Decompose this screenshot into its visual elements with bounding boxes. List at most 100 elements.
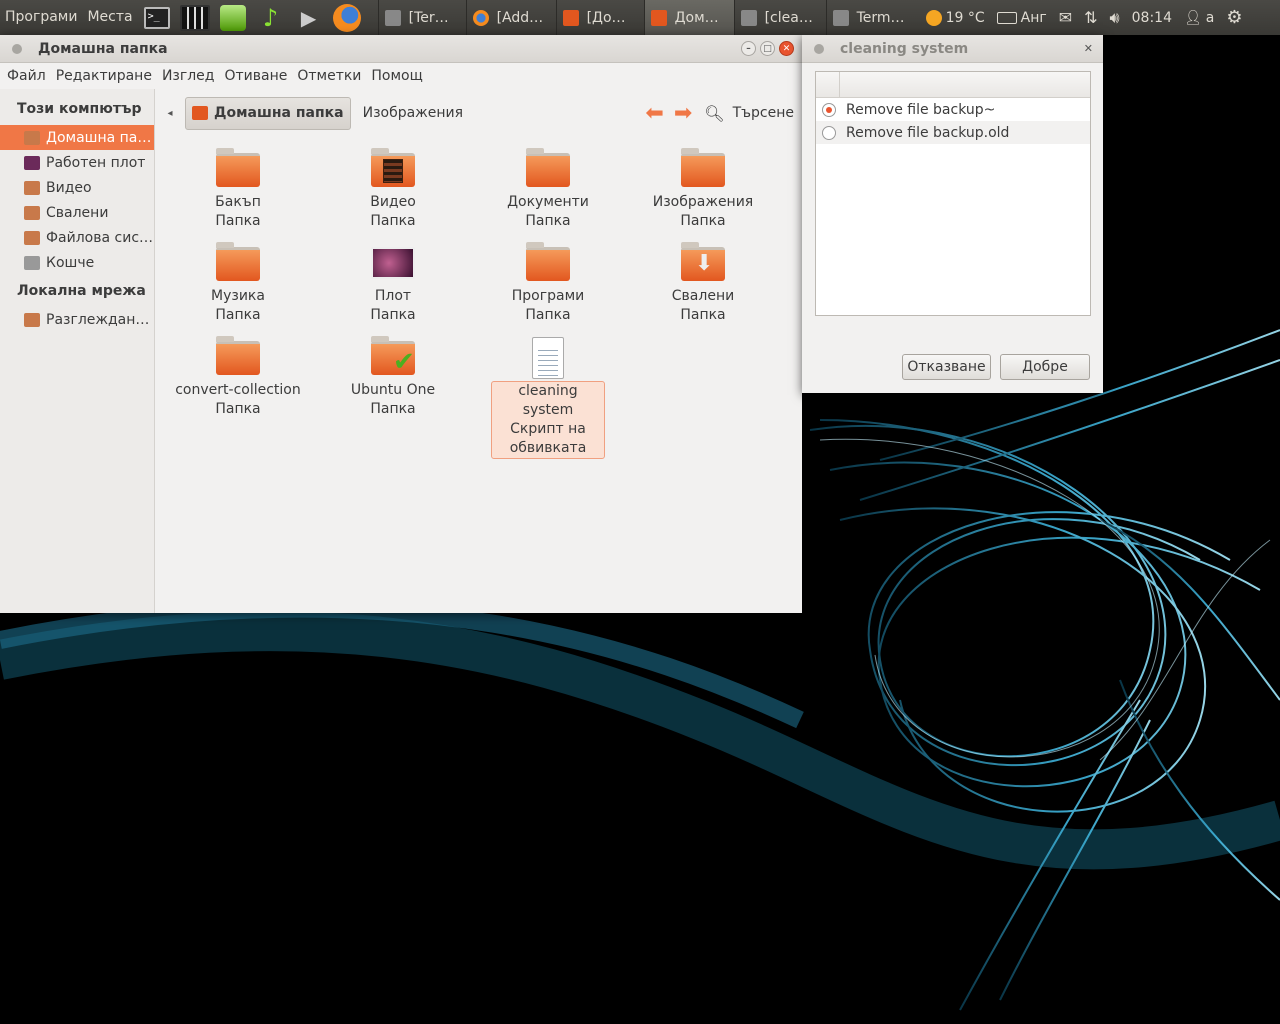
- messaging-indicator[interactable]: ✉: [1059, 8, 1072, 27]
- window-list-item[interactable]: [До…: [555, 0, 644, 35]
- menu-item[interactable]: Отиване: [219, 68, 292, 84]
- image-icon: [384, 9, 401, 26]
- sidebar-item[interactable]: Файлова сис…: [0, 225, 154, 250]
- sidebar-item[interactable]: Видео: [0, 175, 154, 200]
- options-list: Remove file backup~ Remove file backup.ol…: [815, 71, 1091, 316]
- window-list-label: [clea…: [764, 9, 813, 26]
- dialog-window-menu-icon[interactable]: [814, 43, 824, 54]
- window-list-item[interactable]: [Ter…: [377, 0, 466, 35]
- breadcrumb-images[interactable]: Изображения: [357, 97, 469, 130]
- software-center-launcher[interactable]: [214, 0, 252, 35]
- option-radio[interactable]: [822, 102, 836, 117]
- video-icon: [24, 180, 40, 195]
- home-folder-icon: [24, 130, 40, 145]
- option-radio[interactable]: [822, 125, 836, 140]
- sound-indicator[interactable]: 🔊︎: [1110, 8, 1120, 28]
- firefox-icon: [332, 3, 361, 32]
- menu-item[interactable]: Редактиране: [51, 68, 157, 84]
- sidebar-item[interactable]: Домашна па…: [0, 125, 154, 150]
- network-indicator[interactable]: ⇅: [1084, 8, 1097, 27]
- maximize-button[interactable]: □: [760, 41, 775, 56]
- cleaning-dialog: cleaning system ✕ Remove file backup~ Rem…: [802, 35, 1103, 393]
- movie-maker-icon: [179, 4, 210, 31]
- file-item[interactable]: Плот Папка: [318, 241, 468, 325]
- menu-item[interactable]: Помощ: [366, 68, 427, 84]
- dialog-titlebar[interactable]: cleaning system ✕: [802, 35, 1103, 63]
- ok-button[interactable]: Добре: [1000, 354, 1090, 380]
- media-player-launcher[interactable]: ▶: [290, 0, 328, 35]
- folder-icon: [562, 9, 579, 26]
- movie-maker-launcher[interactable]: [176, 0, 214, 35]
- file-manager-titlebar[interactable]: Домашна папка – □ ✕: [0, 35, 802, 63]
- keyboard-indicator[interactable]: Анг: [996, 10, 1047, 26]
- session-indicator[interactable]: ⚙: [1226, 7, 1242, 28]
- file-item[interactable]: Изображения Папка: [628, 147, 778, 231]
- file-item[interactable]: convert-collection Папка: [163, 335, 313, 419]
- menu-item[interactable]: Изглед: [157, 68, 220, 84]
- dialog-close-button[interactable]: ✕: [1084, 42, 1093, 55]
- file-item[interactable]: Бакъп Папка: [163, 147, 313, 231]
- file-item[interactable]: Програми Папка: [473, 241, 623, 325]
- search-button[interactable]: 🔍︎ Търсене: [704, 104, 794, 123]
- firefox-launcher[interactable]: [328, 0, 366, 35]
- user-indicator[interactable]: 👤︎ a: [1184, 10, 1214, 26]
- file-name: Плот: [374, 288, 412, 304]
- folder-icon: [679, 147, 727, 191]
- file-item[interactable]: ⬇ Свалени Папка: [628, 241, 778, 325]
- music-launcher[interactable]: ♪: [252, 0, 290, 35]
- desktop-icon: [24, 155, 40, 170]
- clock[interactable]: 08:14: [1132, 10, 1172, 26]
- window-list-item[interactable]: [Add…: [465, 0, 556, 35]
- search-label: Търсене: [732, 105, 794, 121]
- places-sidebar: Този компютър Домашна па… Работен плот Вид…: [0, 89, 155, 613]
- file-type: Папка: [680, 307, 726, 323]
- search-icon: 🔍︎: [704, 103, 725, 123]
- file-item[interactable]: Видео Папка: [318, 147, 468, 231]
- filesystem-icon: [24, 230, 40, 245]
- folder-icon: [214, 335, 262, 379]
- forward-button[interactable]: ➡: [674, 101, 692, 126]
- weather-indicator[interactable]: 19 °C: [925, 9, 985, 26]
- file-item[interactable]: ✔ Ubuntu One Папка: [318, 335, 468, 419]
- places-menu[interactable]: Места: [82, 0, 137, 35]
- minimize-button[interactable]: –: [741, 41, 756, 56]
- file-type: Папка: [215, 401, 261, 417]
- breadcrumb-home[interactable]: Домашна папка: [185, 96, 351, 130]
- folder-icon: [524, 241, 572, 285]
- sidebar-item[interactable]: Работен плот: [0, 150, 154, 175]
- window-list-item[interactable]: Дом…: [643, 0, 734, 35]
- option-row[interactable]: Remove file backup~: [816, 98, 1090, 121]
- sidebar-item-label: Разглеждан…: [46, 311, 150, 328]
- folder-icon: [214, 147, 262, 191]
- terminal-icon: [832, 9, 849, 26]
- file-item[interactable]: Документи Папка: [473, 147, 623, 231]
- sidebar-item[interactable]: Кошче: [0, 250, 154, 275]
- folder-icon: [650, 9, 667, 26]
- window-menu-icon[interactable]: [12, 43, 22, 54]
- terminal-launcher[interactable]: >_: [138, 0, 176, 35]
- file-type: Папка: [215, 307, 261, 323]
- close-button[interactable]: ✕: [779, 41, 794, 56]
- file-name: Музика: [211, 288, 265, 304]
- sidebar-item-label: Файлова сис…: [46, 229, 154, 246]
- file-manager-window: Домашна папка – □ ✕ Файл Редактиране Изгле…: [0, 35, 802, 613]
- file-name: convert-collection: [175, 382, 301, 398]
- menu-item[interactable]: Отметки: [292, 68, 366, 84]
- cancel-button[interactable]: Отказване: [902, 354, 991, 380]
- window-list-item[interactable]: [clea…: [733, 0, 826, 35]
- sidebar-item[interactable]: Свалени: [0, 200, 154, 225]
- sidebar-item[interactable]: Разглеждан…: [0, 307, 154, 332]
- file-view[interactable]: Бакъп Папка Видео Папка Документи Папка Изобра…: [155, 137, 802, 613]
- file-item[interactable]: cleaning system Скрипт на обвивката: [473, 335, 623, 459]
- file-item[interactable]: Музика Папка: [163, 241, 313, 325]
- applications-menu[interactable]: Програми: [0, 0, 82, 35]
- path-left-arrow-icon[interactable]: ◂: [155, 108, 185, 119]
- window-list: [Ter… [Add… [До… Дом… [clea… Term…: [377, 0, 912, 35]
- option-row[interactable]: Remove file backup.old: [816, 121, 1090, 144]
- weather-temperature: 19 °C: [945, 9, 985, 26]
- window-list-item[interactable]: Term…: [825, 0, 912, 35]
- user-name: a: [1205, 9, 1215, 26]
- menu-item[interactable]: Файл: [2, 68, 51, 84]
- speaker-icon: 🔊︎: [1109, 7, 1120, 27]
- back-button[interactable]: ⬅: [645, 101, 663, 126]
